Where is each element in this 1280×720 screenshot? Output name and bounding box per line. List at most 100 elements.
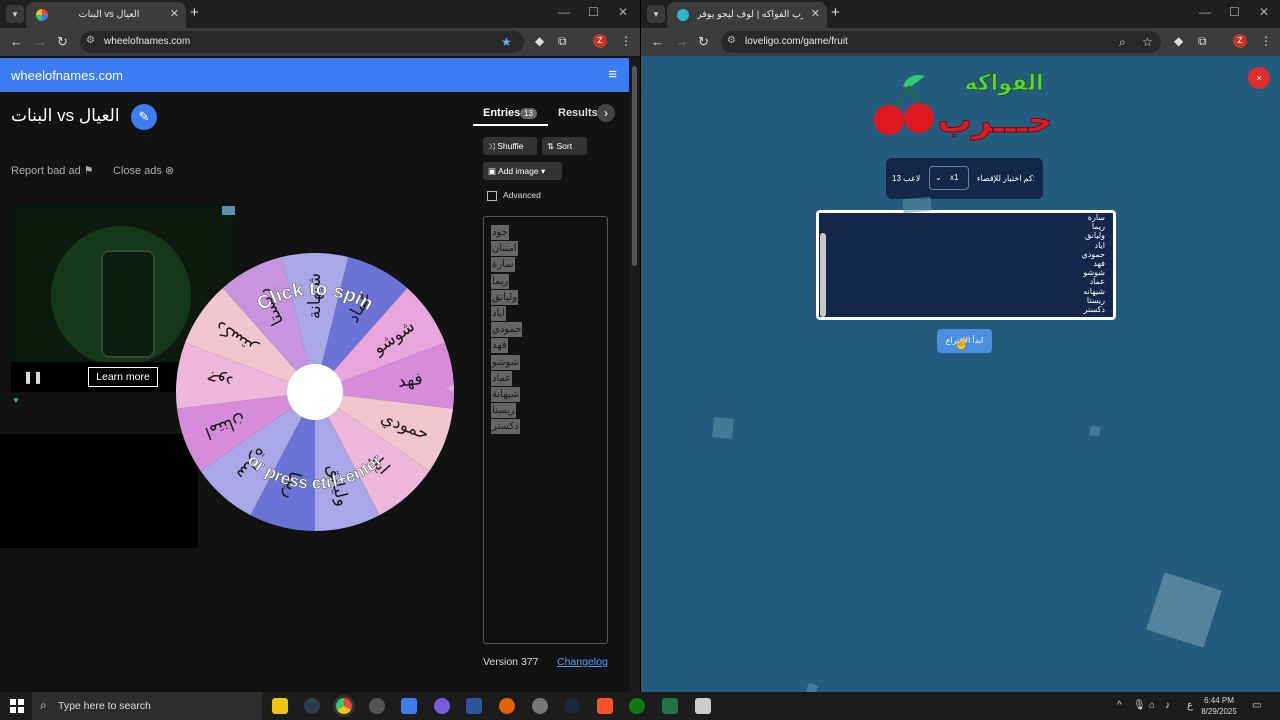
profile-avatar[interactable]: Z [1233,34,1247,48]
xbox-icon[interactable] [629,698,645,714]
close-window-icon[interactable]: ✕ [1259,5,1269,19]
bookmark-star-icon[interactable]: ☆ [1142,35,1153,49]
forward-icon[interactable]: → [675,34,688,49]
minimize-icon[interactable]: — [558,5,570,19]
extensions-puzzle-icon[interactable]: ⧉ [1198,34,1207,49]
notepad-icon[interactable] [695,698,711,714]
input-language[interactable]: ع [1187,700,1193,711]
bookmark-star-icon[interactable]: ★ [501,35,512,49]
chatgpt-icon[interactable] [369,698,385,714]
discord-icon[interactable] [434,698,450,714]
url-text: wheelofnames.com [104,36,191,47]
store-icon[interactable] [401,698,417,714]
scrollbar-thumb[interactable] [632,66,637,266]
extension-diamond-icon[interactable]: ◆ [535,34,544,48]
ad-choices-icon[interactable] [222,206,235,215]
address-bar[interactable]: ⚙ loveligo.com/game/fruit ⌕ ☆ [721,31,1161,53]
chevron-right-icon[interactable]: › [597,104,615,122]
sort-button[interactable]: ⇅ Sort [542,137,587,155]
wheel-slice-label: فهد [397,369,424,392]
add-image-button[interactable]: ▣ Add image ▾ [483,162,562,180]
close-ads-link[interactable]: Close ads ⊗ [113,164,174,177]
windows-start-icon[interactable] [10,699,24,713]
menu-dots-icon[interactable]: ⋮ [1260,34,1272,48]
tab-search-button[interactable]: ▾ [647,5,665,23]
entries-textarea[interactable]: جود امتنان سارة ريما وليانق اياد حمودي فهد شوشو ع… [483,216,608,644]
entry-line: ريستا [491,403,516,419]
close-tab-icon[interactable]: ✕ [170,7,179,20]
changelog-link[interactable]: Changelog [557,656,608,668]
checkbox-box[interactable] [487,190,497,201]
elimination-select[interactable]: ⌄ x1 [929,166,969,190]
site-info-icon[interactable]: ⚙ [86,35,95,46]
tab-title: البنات vs العيال [78,9,140,20]
textarea-scrollbar[interactable] [820,233,826,317]
new-tab-button[interactable]: + [831,4,840,21]
learn-more-button[interactable]: Learn more [88,367,158,387]
entries-count-badge: 13 [520,108,537,119]
player-name: سارة [1087,213,1105,222]
word-icon[interactable] [466,698,482,714]
maximize-icon[interactable]: ☐ [588,5,599,19]
site-info-icon[interactable]: ⚙ [727,35,736,46]
report-bad-ad-link[interactable]: Report bad ad ⚑ [11,164,94,177]
player-name: دكستر [1083,305,1105,314]
tab-strip: ▾ البنات vs العيال ✕ + — ☐ ✕ [0,0,640,28]
tab-wheelofnames[interactable]: البنات vs العيال ✕ [26,2,186,28]
notifications-icon[interactable]: ▭ [1252,700,1261,711]
maximize-icon[interactable]: ☐ [1229,5,1240,19]
zoom-icon[interactable]: ⌕ [1119,35,1126,50]
pause-icon[interactable]: ❚❚ [23,370,43,384]
microphone-icon[interactable]: 🎙 [1133,700,1146,711]
players-textarea[interactable]: سارة ريما وليانق اياد حمودي فهد شوشو عماد شيهانه… [816,210,1116,320]
file-explorer-icon[interactable] [272,698,288,714]
forward-icon[interactable]: → [34,34,47,49]
hamburger-menu-icon[interactable]: ≡ [608,66,617,83]
firefox-icon[interactable] [499,698,515,714]
extension-diamond-icon[interactable]: ◆ [1174,34,1183,48]
brave-icon[interactable] [597,698,613,714]
entry-line: شوشو [491,354,521,370]
tab-search-button[interactable]: ▾ [6,5,24,23]
edit-title-pencil-icon[interactable]: ✎ [131,104,157,130]
address-bar[interactable]: ⚙ wheelofnames.com ★ [80,31,524,53]
tab-results[interactable]: Results [558,107,598,119]
new-tab-button[interactable]: + [190,4,199,21]
app-icon[interactable] [304,698,320,714]
player-name: حمودي [1081,249,1105,259]
ad-marker-icon: ▼ [12,396,20,405]
taskbar-search[interactable]: ⌕ Type here to search [32,692,262,720]
clock[interactable]: 6:44 PM 8/29/2025 [1198,695,1240,717]
chrome-icon[interactable] [336,698,352,714]
page-scrollbar[interactable] [629,58,640,692]
site-brand[interactable]: wheelofnames.com [11,68,123,83]
close-window-icon[interactable]: ✕ [618,5,628,19]
steam-icon[interactable] [564,698,580,714]
show-hidden-icons[interactable]: ^ [1117,700,1122,711]
caret-down-icon: ▾ [540,166,546,176]
reload-icon[interactable]: ↻ [698,34,709,50]
tab-entries[interactable]: Entries [483,107,520,119]
reload-icon[interactable]: ↻ [57,34,68,50]
entry-line: اياد [491,306,507,321]
entry-line: شيهانة [491,387,521,402]
advanced-checkbox[interactable]: Advanced [487,190,541,201]
back-icon[interactable]: ← [651,34,664,49]
menu-dots-icon[interactable]: ⋮ [620,34,632,48]
toolbar: ← → ↻ ⚙ loveligo.com/game/fruit ⌕ ☆ ◆ ⧉ … [641,28,1280,56]
mouse-cursor-icon: ☝ [954,336,969,350]
back-icon[interactable]: ← [10,34,23,49]
network-icon[interactable]: ⌂ [1149,700,1155,711]
tab-loveligo[interactable]: لعبة حرب الفواكه | لوف ليجو يوفر ✕ [667,2,827,28]
name-wheel[interactable]: عمادشوشوفهدحموديايادوليانقريماسارةامتنان… [176,253,454,531]
profile-avatar[interactable]: Z [593,34,607,48]
app-icon[interactable] [532,698,548,714]
close-tab-icon[interactable]: ✕ [811,7,820,20]
excel-icon[interactable] [662,698,678,714]
shuffle-button[interactable]: ⤨ Shuffle [483,137,537,155]
entry-line: امتنان [491,241,518,257]
extensions-puzzle-icon[interactable]: ⧉ [558,34,567,49]
minimize-icon[interactable]: — [1199,5,1211,19]
close-game-button[interactable]: × [1248,67,1270,89]
volume-icon[interactable]: ♪ [1165,700,1170,711]
